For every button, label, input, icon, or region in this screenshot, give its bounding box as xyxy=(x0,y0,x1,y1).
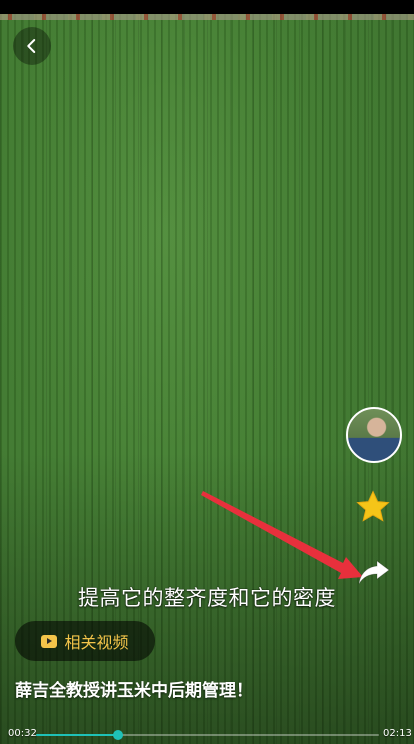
current-time: 00:32 xyxy=(8,728,37,739)
video-subtitle: 提高它的整齐度和它的密度 xyxy=(78,586,336,610)
back-button[interactable] xyxy=(13,27,51,65)
progress-track[interactable] xyxy=(36,730,379,740)
video-player-screen: 提高它的整齐度和它的密度 相关视频 薛吉全教授讲玉米中后期管理！ 00:32 0… xyxy=(0,0,414,744)
play-square-icon xyxy=(41,634,58,648)
related-videos-label: 相关视频 xyxy=(64,633,129,652)
progress-fill xyxy=(36,734,119,736)
total-time: 02:13 xyxy=(383,728,412,739)
related-videos-button[interactable]: 相关视频 xyxy=(15,621,155,661)
video-top-edge xyxy=(0,14,414,20)
video-title: 薛吉全教授讲玉米中后期管理！ xyxy=(15,681,253,701)
author-avatar[interactable] xyxy=(346,407,402,463)
annotation-arrow xyxy=(201,491,363,579)
chevron-left-icon xyxy=(27,39,36,53)
